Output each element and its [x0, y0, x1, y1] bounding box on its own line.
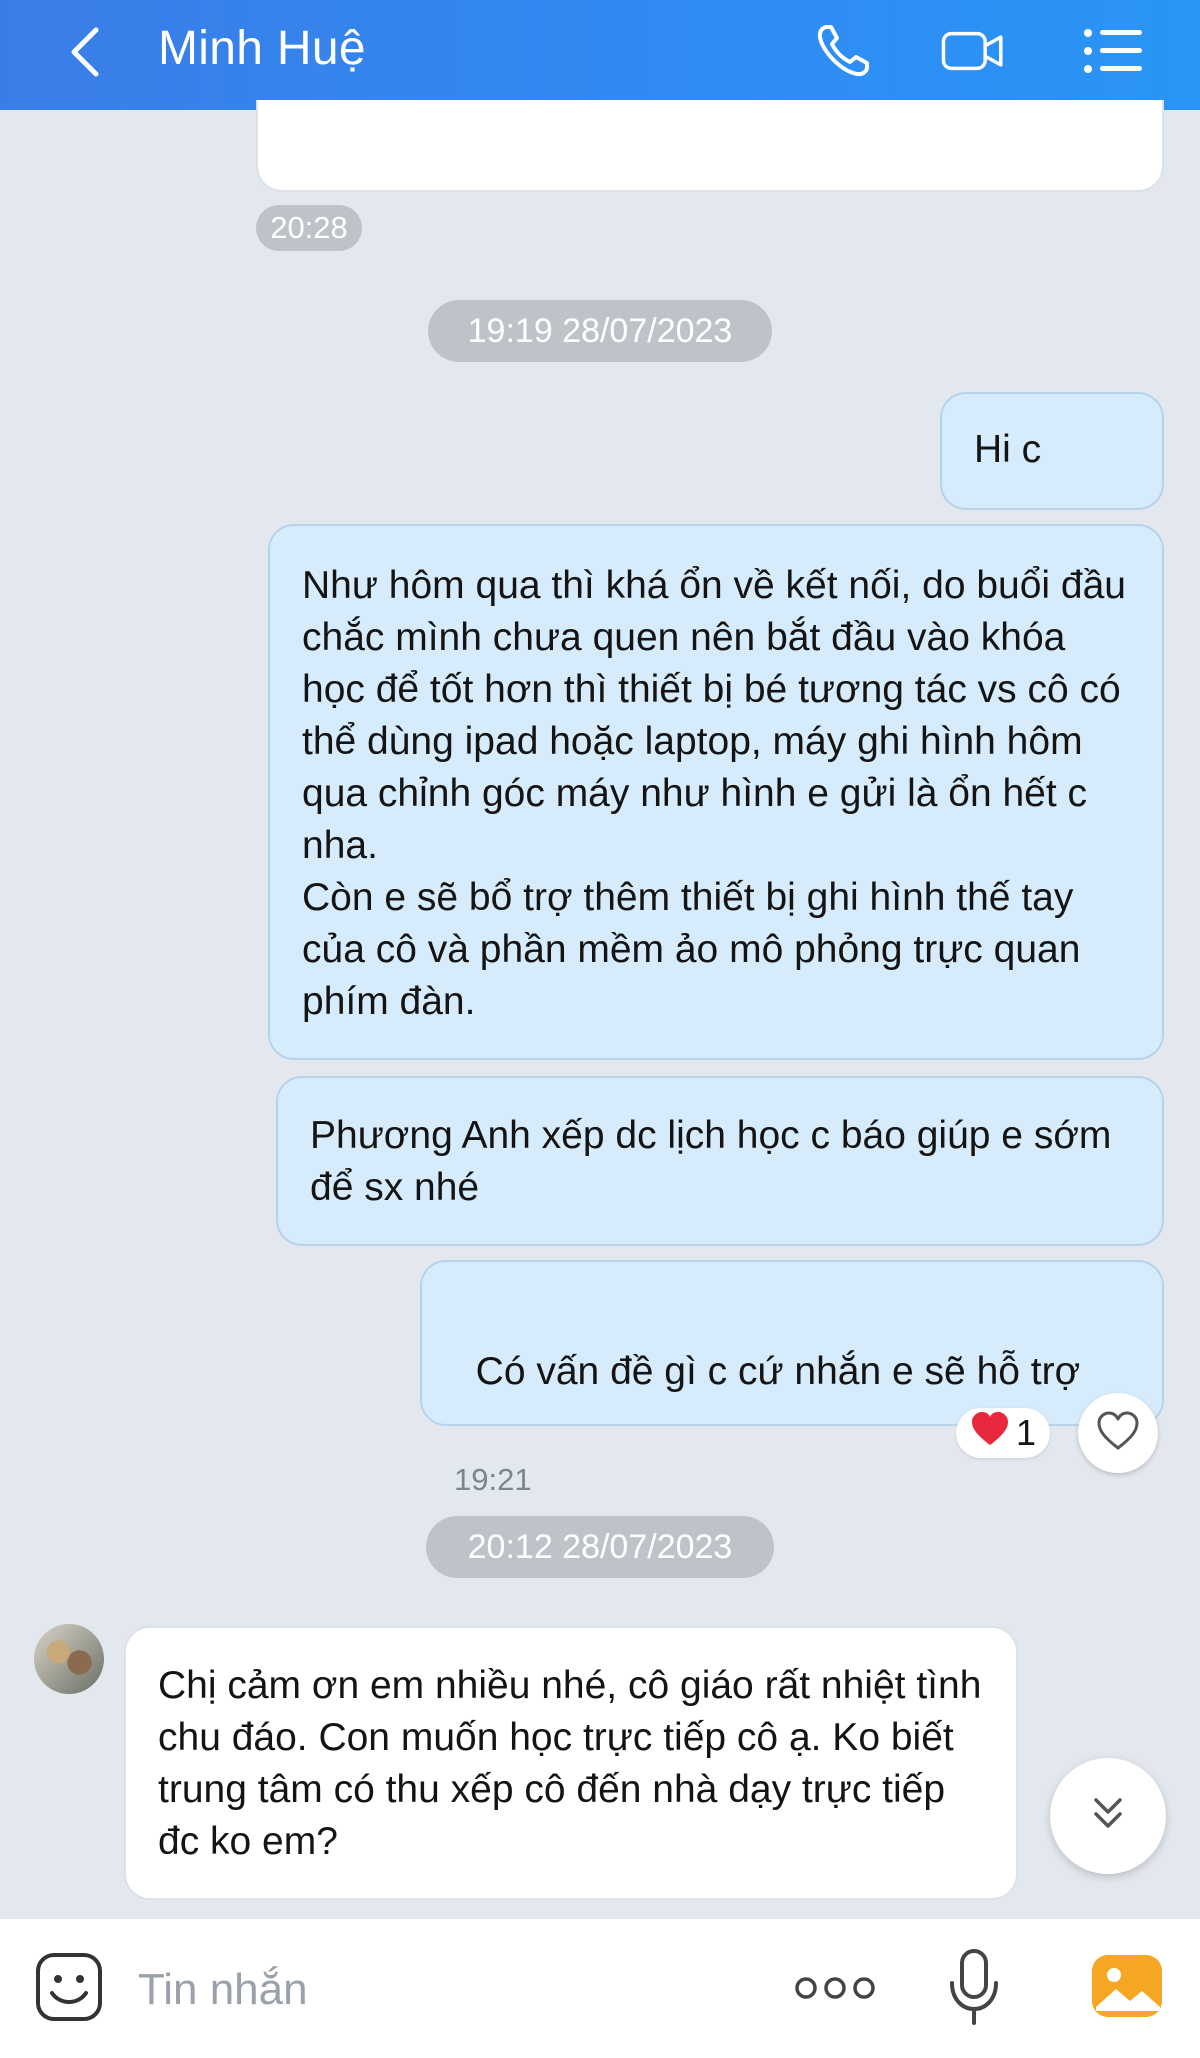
scroll-to-bottom-button[interactable]: [1050, 1758, 1166, 1874]
outgoing-message[interactable]: Như hôm qua thì khá ổn về kết nối, do bu…: [268, 524, 1164, 1060]
more-icon[interactable]: [794, 1971, 876, 2005]
react-button[interactable]: [1078, 1393, 1158, 1473]
message-text: Có vấn đề gì c cứ nhắn e sẽ hỗ trợ: [475, 1350, 1081, 1393]
mic-icon[interactable]: [948, 1947, 1000, 2027]
heart-icon: [1096, 1411, 1140, 1456]
message-time: 19:21: [454, 1462, 532, 1497]
contact-avatar[interactable]: [34, 1624, 104, 1694]
sticker-icon[interactable]: [34, 1951, 104, 2023]
outgoing-message[interactable]: Phương Anh xếp dc lịch học c báo giúp e …: [276, 1076, 1164, 1246]
date-separator: 20:12 28/07/2023: [426, 1516, 774, 1578]
date-separator: 19:19 28/07/2023: [428, 300, 772, 362]
phone-icon[interactable]: [810, 18, 876, 84]
outgoing-message[interactable]: Hi c: [940, 392, 1164, 510]
heart-icon: [970, 1411, 1010, 1456]
outgoing-message[interactable]: Có vấn đề gì c cứ nhắn e sẽ hỗ trợ 19:21: [420, 1260, 1164, 1497]
reaction-badge[interactable]: 1: [956, 1408, 1050, 1458]
chat-header: Minh Huệ: [0, 0, 1200, 110]
video-call-icon[interactable]: [940, 18, 1006, 84]
reaction-count: 1: [1015, 1412, 1037, 1453]
previous-message-bubble[interactable]: [256, 100, 1164, 192]
message-composer: Tin nhắn: [0, 1918, 1200, 2058]
incoming-message[interactable]: Chị cảm ơn em nhiều nhé, cô giáo rất nhi…: [124, 1626, 1018, 1900]
photo-icon[interactable]: [1090, 1953, 1164, 2019]
scroll-down-icon: [1088, 1794, 1128, 1839]
menu-icon[interactable]: [1080, 18, 1146, 84]
message-time: 20:28: [256, 205, 362, 251]
contact-name[interactable]: Minh Huệ: [158, 18, 366, 80]
message-input[interactable]: Tin nhắn: [138, 1963, 308, 2017]
back-icon[interactable]: [62, 24, 114, 80]
